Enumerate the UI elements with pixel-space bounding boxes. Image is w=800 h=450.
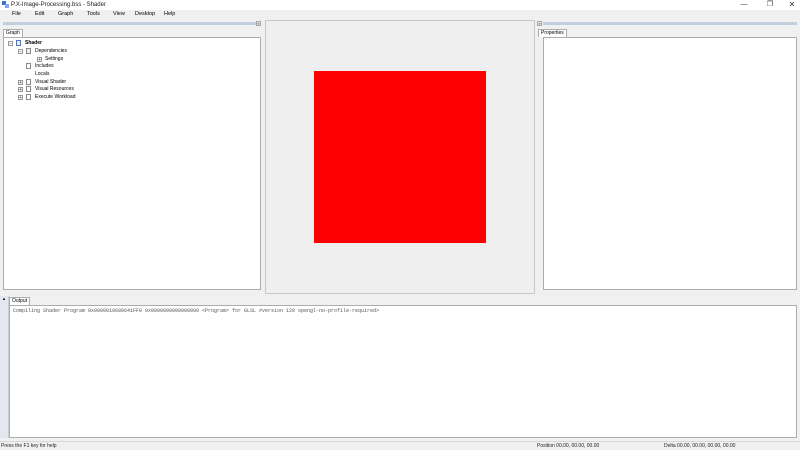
close-icon: ✕ <box>788 0 796 9</box>
minimize-icon: — <box>740 1 748 8</box>
document-icon <box>26 86 31 92</box>
menu-graph[interactable]: Graph <box>58 10 73 19</box>
graph-pane-header[interactable] <box>3 22 256 25</box>
tree-item-shader[interactable]: − Shader <box>4 39 254 47</box>
document-icon <box>26 63 31 69</box>
menu-tools[interactable]: Tools <box>87 10 100 19</box>
menu-bar: File Edit Graph Tools View Desktop Help <box>0 10 800 19</box>
restore-icon: ❐ <box>766 1 774 8</box>
tree-item-includes[interactable]: Includes <box>4 62 254 70</box>
properties-panel <box>543 37 797 290</box>
graph-pane-collapse-button[interactable]: « <box>256 21 261 26</box>
properties-pane-collapse-button[interactable]: » <box>537 21 542 26</box>
collapse-icon: « <box>257 21 260 26</box>
menu-file[interactable]: File <box>12 10 21 19</box>
graph-tree-panel: − Shader − Dependencies + Settings Inclu… <box>3 37 261 290</box>
expand-toggle-icon[interactable]: + <box>18 87 23 93</box>
tree-label: Dependencies <box>35 48 67 54</box>
tree-label: Locals <box>35 71 50 77</box>
tree-label: Shader <box>25 40 42 46</box>
properties-pane-header[interactable] <box>543 22 797 25</box>
shader-icon <box>16 40 21 46</box>
restore-button[interactable]: ❐ <box>759 0 781 10</box>
expand-toggle-icon[interactable]: + <box>18 95 23 101</box>
tree-item-visual-resources[interactable]: + Visual Resources <box>4 85 254 93</box>
status-help-text: Press the F1 key for help <box>1 443 57 449</box>
tree-item-dependencies[interactable]: − Dependencies <box>4 47 254 55</box>
output-panel <box>9 305 797 438</box>
close-button[interactable]: ✕ <box>781 0 800 10</box>
app-icon <box>2 1 9 8</box>
menu-edit[interactable]: Edit <box>35 10 44 19</box>
collapse-icon: » <box>538 21 541 26</box>
menu-desktop[interactable]: Desktop <box>135 10 155 19</box>
tree-item-locals[interactable]: Locals <box>4 70 254 78</box>
tab-properties[interactable]: Properties <box>538 29 567 37</box>
minimize-button[interactable]: — <box>733 0 755 10</box>
collapse-toggle-icon[interactable]: − <box>8 41 13 47</box>
pin-icon[interactable]: ▲ <box>2 296 6 301</box>
folder-icon <box>26 48 31 54</box>
tree-label: Visual Resources <box>35 86 74 92</box>
window-title: P.X-Image-Processing.bss - Shader <box>11 2 106 8</box>
status-bar: Press the F1 key for help Position 00.00… <box>0 441 800 450</box>
tab-graph[interactable]: Graph <box>3 29 23 37</box>
status-delta: Delta 00.00, 00.00, 00.00, 00.00 <box>664 443 736 449</box>
title-bar <box>0 0 800 10</box>
tree-label: Execute Workload <box>35 94 76 100</box>
document-icon <box>26 94 31 100</box>
render-output-quad <box>314 71 486 243</box>
menu-help[interactable]: Help <box>164 10 175 19</box>
menu-view[interactable]: View <box>113 10 125 19</box>
output-pane-side-bar[interactable]: ▲ <box>0 296 9 438</box>
tree-item-execute-workload[interactable]: + Execute Workload <box>4 93 254 101</box>
output-log-line: Compiling Shader Program 0x0000019680641… <box>13 308 380 314</box>
tree-label: Includes <box>35 63 54 69</box>
tab-output[interactable]: Output <box>9 297 31 305</box>
collapse-toggle-icon[interactable]: − <box>18 49 23 55</box>
status-position: Position 00.00, 00.00, 00.00 <box>537 443 600 449</box>
